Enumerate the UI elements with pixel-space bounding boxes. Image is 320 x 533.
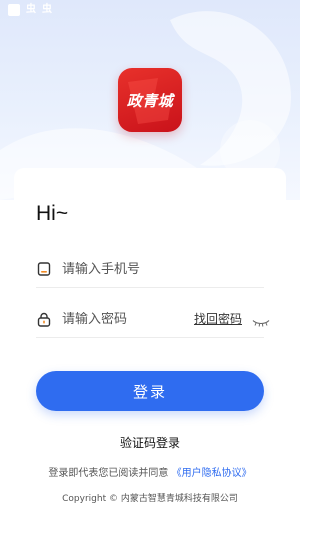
phone-input[interactable] bbox=[62, 261, 182, 277]
code-login-link[interactable]: 验证码登录 bbox=[0, 434, 300, 451]
forgot-password-link[interactable]: 找回密码 bbox=[194, 310, 242, 327]
password-field: 找回密码 bbox=[36, 301, 270, 338]
status-bar: 虫 虫 bbox=[0, 0, 300, 20]
copyright-text: Copyright © 内蒙古智慧青城科技有限公司 bbox=[62, 494, 238, 504]
password-input[interactable] bbox=[62, 311, 182, 327]
status-glyph: 虫 bbox=[26, 4, 36, 15]
agreement-prefix: 登录即代表您已阅读并同意 bbox=[48, 468, 169, 479]
eye-closed-icon[interactable] bbox=[252, 312, 270, 331]
phone-field bbox=[36, 251, 264, 288]
greeting-title: Hi~ bbox=[36, 202, 69, 225]
logo-text: 政青城 bbox=[126, 91, 174, 110]
login-button[interactable]: 登录 bbox=[36, 371, 264, 411]
lock-icon bbox=[36, 311, 52, 327]
privacy-agreement-link[interactable]: 《用户隐私协议》 bbox=[172, 468, 252, 479]
status-notification-icon bbox=[8, 4, 20, 16]
app-logo: 政青城 bbox=[118, 68, 182, 132]
agreement-text: 登录即代表您已阅读并同意 《用户隐私协议》 bbox=[0, 464, 300, 479]
status-glyph: 虫 bbox=[42, 4, 52, 15]
phone-icon bbox=[36, 261, 52, 277]
